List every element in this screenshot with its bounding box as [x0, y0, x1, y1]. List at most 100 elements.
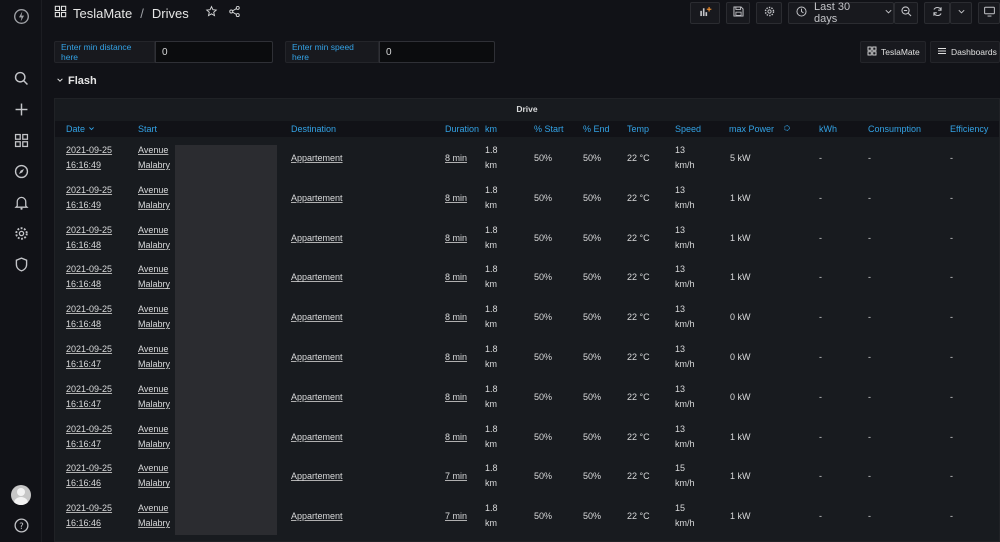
settings-button[interactable]	[756, 2, 782, 24]
panel-title[interactable]: Drive	[55, 104, 999, 114]
start-address-link[interactable]: Malabry	[138, 198, 170, 213]
drive-time-link[interactable]: 16:16:49	[66, 198, 101, 213]
drive-time-link[interactable]: 16:16:48	[66, 277, 101, 292]
start-address-link[interactable]: Malabry	[138, 317, 170, 332]
start-address-link[interactable]: Avenue	[138, 461, 168, 476]
min-speed-input[interactable]: 0	[379, 41, 495, 63]
column-header-duration[interactable]: Duration	[445, 124, 479, 134]
drive-date-link[interactable]: 2021-09-25	[66, 143, 112, 158]
duration-link[interactable]: 8 min	[445, 151, 467, 166]
duration-link[interactable]: 8 min	[445, 350, 467, 365]
start-address-link[interactable]: Malabry	[138, 277, 170, 292]
explore-icon[interactable]	[11, 161, 31, 181]
duration-link[interactable]: 7 min	[445, 469, 467, 484]
destination-link[interactable]: Appartement	[291, 231, 343, 246]
duration-link[interactable]: 8 min	[445, 430, 467, 445]
start-address-link[interactable]: Malabry	[138, 476, 170, 491]
refresh-interval-dropdown[interactable]	[950, 2, 972, 24]
destination-link[interactable]: Appartement	[291, 350, 343, 365]
duration-link[interactable]: 8 min	[445, 310, 467, 325]
page-title[interactable]: Drives	[152, 6, 189, 21]
drive-time-link[interactable]: 16:16:49	[66, 158, 101, 173]
column-header-speed[interactable]: Speed	[675, 124, 701, 134]
zoom-out-button[interactable]	[894, 2, 918, 24]
drive-date-link[interactable]: 2021-09-25	[66, 223, 112, 238]
destination-link[interactable]: Appartement	[291, 270, 343, 285]
teslamate-link[interactable]: TeslaMate	[860, 41, 926, 63]
column-header-date[interactable]: Date	[66, 124, 95, 134]
duration-link[interactable]: 8 min	[445, 191, 467, 206]
column-header-start[interactable]: Start	[138, 124, 157, 134]
column-header-km[interactable]: km	[485, 124, 497, 134]
destination-link[interactable]: Appartement	[291, 390, 343, 405]
bell-icon[interactable]	[11, 192, 31, 212]
share-icon[interactable]	[228, 5, 241, 21]
duration-link[interactable]: 8 min	[445, 390, 467, 405]
drive-date-link[interactable]: 2021-09-25	[66, 262, 112, 277]
save-button[interactable]	[726, 2, 750, 24]
dashboards-link[interactable]: Dashboards	[930, 41, 1000, 63]
min-distance-input[interactable]: 0	[155, 41, 273, 63]
start-address-link[interactable]: Avenue	[138, 422, 168, 437]
drive-date-link[interactable]: 2021-09-25	[66, 183, 112, 198]
destination-link[interactable]: Appartement	[291, 509, 343, 524]
start-address-link[interactable]: Avenue	[138, 382, 168, 397]
star-icon[interactable]	[205, 5, 218, 21]
tv-mode-button[interactable]	[978, 2, 1000, 24]
row-header[interactable]: Flash	[56, 75, 97, 87]
start-address-link[interactable]: Malabry	[138, 238, 170, 253]
dashboards-icon[interactable]	[11, 130, 31, 150]
start-address-link[interactable]: Avenue	[138, 501, 168, 516]
destination-link[interactable]: Appartement	[291, 151, 343, 166]
search-icon[interactable]	[11, 68, 31, 88]
drive-time-link[interactable]: 16:16:48	[66, 238, 101, 253]
column-header-percent-start[interactable]: % Start	[534, 124, 564, 134]
destination-link[interactable]: Appartement	[291, 310, 343, 325]
start-address-link[interactable]: Avenue	[138, 302, 168, 317]
plus-icon[interactable]	[11, 99, 31, 119]
help-icon[interactable]: ?	[11, 515, 31, 535]
drive-time-link[interactable]: 16:16:47	[66, 437, 101, 452]
start-address-link[interactable]: Avenue	[138, 223, 168, 238]
duration-link[interactable]: 8 min	[445, 231, 467, 246]
gear-icon[interactable]	[11, 223, 31, 243]
drive-time-link[interactable]: 16:16:47	[66, 357, 101, 372]
drive-date-link[interactable]: 2021-09-25	[66, 461, 112, 476]
duration-link[interactable]: 8 min	[445, 270, 467, 285]
drive-date-link[interactable]: 2021-09-25	[66, 382, 112, 397]
time-range-picker[interactable]: Last 30 days	[788, 1, 894, 25]
drive-date-link[interactable]: 2021-09-25	[66, 501, 112, 516]
grafana-logo-icon[interactable]	[11, 6, 31, 26]
destination-link[interactable]: Appartement	[291, 191, 343, 206]
drive-time-link[interactable]: 16:16:46	[66, 476, 101, 491]
drive-date-link[interactable]: 2021-09-25	[66, 342, 112, 357]
column-header-temp[interactable]: Temp	[627, 124, 649, 134]
refresh-button[interactable]	[924, 2, 950, 24]
start-address-link[interactable]: Avenue	[138, 262, 168, 277]
drive-time-link[interactable]: 16:16:46	[66, 516, 101, 531]
drive-date-link[interactable]: 2021-09-25	[66, 422, 112, 437]
column-header-percent-end[interactable]: % End	[583, 124, 610, 134]
column-header-destination[interactable]: Destination	[291, 124, 336, 134]
start-address-link[interactable]: Malabry	[138, 158, 170, 173]
start-address-link[interactable]: Avenue	[138, 342, 168, 357]
destination-link[interactable]: Appartement	[291, 430, 343, 445]
drive-time-link[interactable]: 16:16:47	[66, 397, 101, 412]
start-address-link[interactable]: Malabry	[138, 516, 170, 531]
start-address-link[interactable]: Malabry	[138, 357, 170, 372]
add-panel-button[interactable]	[690, 2, 720, 24]
column-header-kwh[interactable]: kWh	[819, 124, 837, 134]
column-header-consumption[interactable]: Consumption	[868, 124, 921, 134]
breadcrumb-folder[interactable]: TeslaMate	[73, 6, 132, 21]
shield-icon[interactable]	[11, 254, 31, 274]
destination-link[interactable]: Appartement	[291, 469, 343, 484]
start-address-link[interactable]: Malabry	[138, 397, 170, 412]
column-header-max-power[interactable]: max Power	[729, 124, 791, 134]
avatar[interactable]	[11, 485, 31, 505]
drive-date-link[interactable]: 2021-09-25	[66, 302, 112, 317]
column-header-efficiency[interactable]: Efficiency	[950, 124, 988, 134]
start-address-link[interactable]: Avenue	[138, 143, 168, 158]
start-address-link[interactable]: Avenue	[138, 183, 168, 198]
start-address-link[interactable]: Malabry	[138, 437, 170, 452]
duration-link[interactable]: 7 min	[445, 509, 467, 524]
